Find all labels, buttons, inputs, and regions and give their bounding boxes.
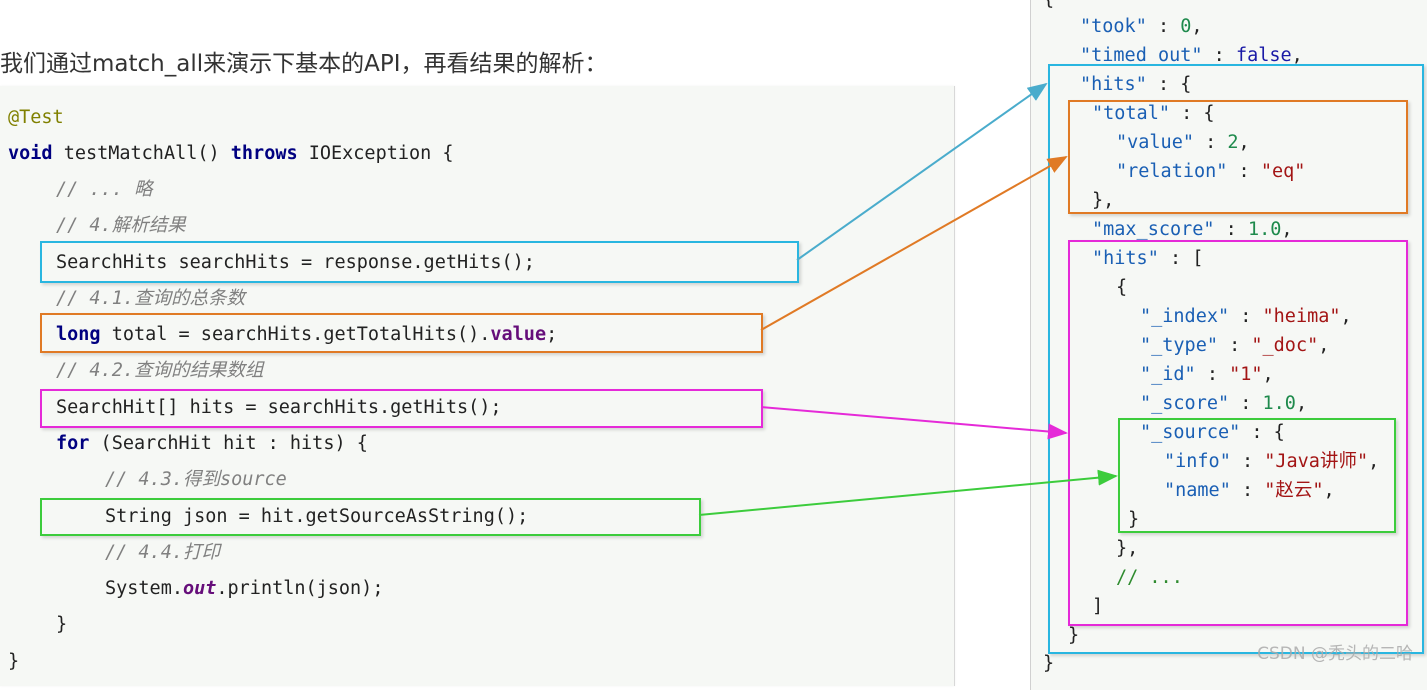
arrow-json-to-source: [698, 469, 1118, 516]
arrow-hits-to-hits-array: [760, 406, 1068, 440]
connector-arrows: [698, 82, 1118, 516]
watermark: CSDN @秃头的二哈: [1257, 644, 1413, 664]
arrow-searchhits-to-hits: [796, 82, 1048, 261]
arrow-total-to-total: [760, 156, 1068, 331]
